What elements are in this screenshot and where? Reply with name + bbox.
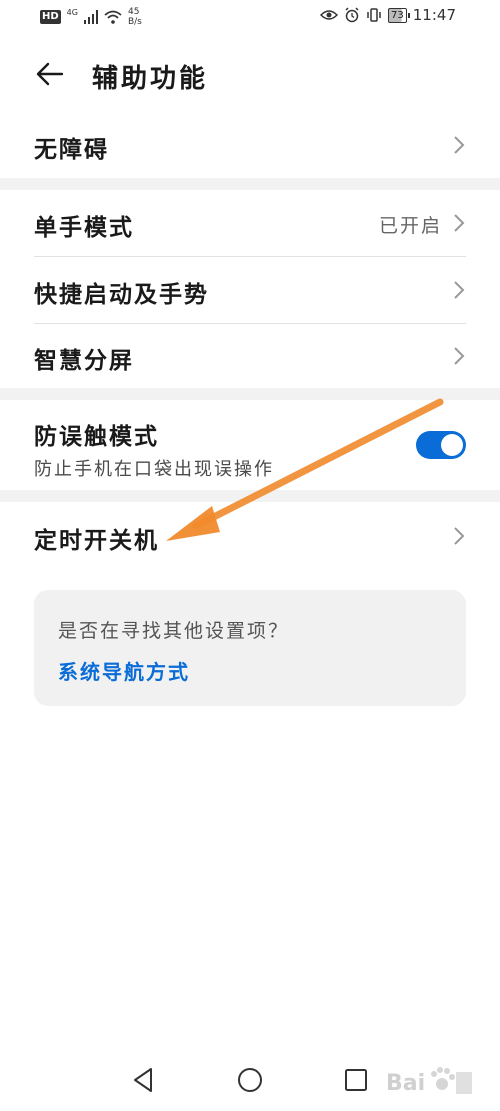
header: 辅助功能 <box>0 50 500 100</box>
suggestion-question: 是否在寻找其他设置项？ <box>58 620 290 642</box>
toggle-knob <box>441 434 463 456</box>
row-scheduled-power[interactable]: 定时开关机 <box>0 502 500 568</box>
status-bar: HD 4G 45 B/s 73 11:47 <box>0 0 500 36</box>
row-one-hand-mode-value: 已开启 <box>378 215 442 237</box>
hd-badge: HD <box>40 10 61 24</box>
row-one-hand-mode-label: 单手模式 <box>34 215 134 241</box>
section-divider <box>0 490 500 502</box>
row-one-hand-mode[interactable]: 单手模式 已开启 <box>0 190 500 256</box>
network-speed-value: 45 <box>127 7 140 17</box>
network-speed: 45 B/s <box>128 7 142 27</box>
section-divider <box>0 178 500 190</box>
battery-indicator: 73 <box>388 7 410 23</box>
eye-icon <box>320 10 339 20</box>
signal-icon <box>83 10 98 24</box>
page-title: 辅助功能 <box>92 64 209 94</box>
section-divider <box>0 388 500 400</box>
row-pocket-mode[interactable]: 防误触模式 防止手机在口袋出现误操作 <box>0 400 500 490</box>
nav-back-icon[interactable] <box>129 1065 159 1095</box>
row-scheduled-power-label: 定时开关机 <box>34 528 159 554</box>
chevron-right-icon <box>454 281 465 299</box>
row-smart-split-label: 智慧分屏 <box>34 348 134 374</box>
network-type: 4G <box>66 7 78 17</box>
system-navigation-link[interactable]: 系统导航方式 <box>58 656 190 685</box>
nav-recents-icon[interactable] <box>341 1065 371 1095</box>
row-pocket-mode-description: 防止手机在口袋出现误操作 <box>34 459 274 480</box>
status-left: HD 4G 45 B/s <box>40 7 142 27</box>
row-pocket-mode-label: 防误触模式 <box>34 424 159 450</box>
alarm-icon <box>345 7 359 23</box>
row-quick-launch[interactable]: 快捷启动及手势 <box>0 257 500 323</box>
back-button[interactable] <box>34 58 66 90</box>
status-right: 73 11:47 <box>320 6 456 24</box>
chevron-right-icon <box>454 347 465 365</box>
row-quick-launch-label: 快捷启动及手势 <box>34 282 209 308</box>
chevron-right-icon <box>454 527 465 545</box>
chevron-right-icon <box>454 214 465 232</box>
watermark-text: Bai <box>386 1071 425 1096</box>
row-smart-split[interactable]: 智慧分屏 <box>0 324 500 388</box>
watermark-logo: Bai <box>386 1067 472 1096</box>
row-accessibility[interactable]: 无障碍 <box>0 112 500 178</box>
screen: HD 4G 45 B/s 73 11:47 辅助功能 无障碍 单手模式 已开启 … <box>0 0 500 1111</box>
nav-home-icon[interactable] <box>235 1065 265 1095</box>
chevron-right-icon <box>454 136 465 154</box>
pocket-mode-toggle[interactable] <box>416 431 466 459</box>
back-arrow-icon <box>36 62 64 86</box>
vibrate-icon <box>367 8 381 22</box>
paw-icon <box>431 1067 455 1090</box>
watermark-mark <box>456 1072 472 1094</box>
wifi-icon <box>104 10 122 24</box>
status-time: 11:47 <box>412 6 456 24</box>
network-speed-unit: B/s <box>127 17 142 27</box>
suggestion-card: 是否在寻找其他设置项？ 系统导航方式 <box>34 590 466 706</box>
row-accessibility-label: 无障碍 <box>34 137 109 163</box>
